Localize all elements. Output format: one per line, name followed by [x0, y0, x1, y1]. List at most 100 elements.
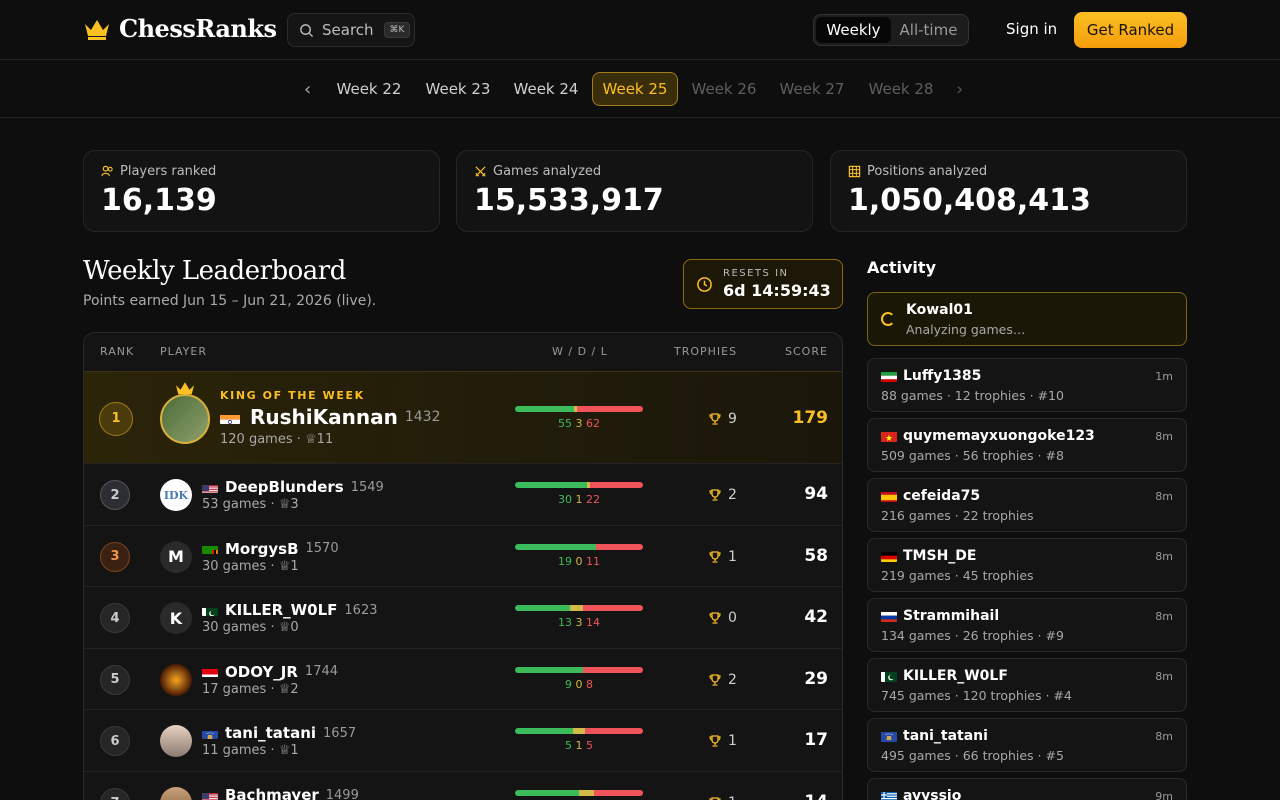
player-rating: 1549: [350, 479, 384, 495]
activity-card[interactable]: tani_tatani 495 games · 66 trophies · #5 8…: [867, 718, 1187, 772]
activity-card[interactable]: KILLER_W0LF 745 games · 120 trophies · #4…: [867, 658, 1187, 712]
users-icon: [101, 165, 113, 177]
activity-time: 1m: [1155, 370, 1173, 383]
activity-name-text: quymemayxuongoke123: [903, 428, 1095, 444]
trophies-cell: 2: [708, 487, 737, 503]
week-tab[interactable]: Week 23: [419, 72, 497, 106]
activity-time: 9m: [1155, 790, 1173, 800]
chevron-right-icon[interactable]: ›: [956, 79, 963, 100]
player-name[interactable]: RushiKannan 1432: [220, 405, 440, 429]
wdl-bar: [515, 605, 643, 611]
table-row[interactable]: 4 K KILLER_W0LF 1623 30 games · ♕0 13 3 14 0 42: [84, 586, 842, 648]
wdl-bar: [515, 405, 643, 412]
wdl-bar-w: [515, 728, 574, 734]
trophy-total: 11: [316, 432, 334, 447]
wdl-values: 19 0 11: [515, 555, 643, 568]
activity-name: Strammihail: [881, 608, 999, 624]
column-rank: RANK: [100, 345, 135, 358]
brand-name: ChessRanks: [119, 14, 277, 43]
wdl-d: 1: [575, 493, 583, 506]
brand-logo[interactable]: ChessRanks: [83, 14, 277, 43]
activity-card[interactable]: Luffy1385 88 games · 12 trophies · #10 1m: [867, 358, 1187, 412]
player-rating: 1744: [304, 664, 339, 679]
activity-time: 8m: [1155, 610, 1173, 623]
top-bar: ChessRanks Search ⌘K Weekly All-time Sig…: [0, 0, 1280, 60]
activity-name: tani_tatani: [881, 728, 988, 744]
resets-label: RESETS IN: [723, 268, 789, 279]
column-score: SCORE: [785, 345, 828, 358]
table-row[interactable]: 6 tani_tatani 1657 11 games · ♕1 5 1 5 1 17: [84, 709, 842, 771]
activity-title: Activity: [867, 258, 936, 277]
player-name-text: RushiKannan: [250, 405, 398, 429]
activity-time: 8m: [1155, 490, 1173, 503]
trophy-icon: [708, 550, 728, 564]
flag-icon: [202, 543, 218, 554]
player-name[interactable]: KILLER_W0LF 1623: [202, 601, 378, 619]
stat-label: Players ranked: [120, 164, 217, 179]
sign-in-link[interactable]: Sign in: [1006, 20, 1057, 38]
score-value: 58: [804, 545, 828, 566]
activity-name: TMSH_DE: [881, 548, 976, 564]
activity-meta: 219 games · 45 trophies: [881, 568, 1034, 583]
score-value: 29: [804, 668, 828, 689]
flag-icon: [881, 731, 897, 742]
activity-card[interactable]: cefeida75 216 games · 22 trophies 8m: [867, 478, 1187, 532]
loading-spinner-icon: [881, 312, 895, 326]
table-row-king[interactable]: 1 KING OF THE WEEK RushiKannan 1432 120 game…: [84, 371, 842, 464]
player-name[interactable]: Bachmayer 1499: [202, 786, 359, 800]
search-shortcut: ⌘K: [383, 22, 411, 38]
trophy-total: 1: [290, 558, 299, 574]
table-row[interactable]: 5 ODOY_JR 1744 17 games · ♕2 9 0 8 2 29: [84, 648, 842, 709]
activity-card[interactable]: ayyssio 9m: [867, 778, 1187, 800]
player-name[interactable]: tani_tatani 1657: [202, 724, 356, 742]
toggle-weekly[interactable]: Weekly: [816, 17, 891, 43]
trophy-total: 1: [290, 743, 299, 758]
activity-meta: 509 games · 56 trophies · #8: [881, 448, 1064, 463]
toggle-all-time[interactable]: All-time: [891, 17, 966, 43]
week-tab: Week 27: [779, 80, 845, 98]
player-name[interactable]: DeepBlunders 1549: [202, 478, 384, 496]
wdl-values: 9 0 8: [515, 678, 643, 691]
player-meta: 17 games · ♕2: [202, 682, 299, 697]
flag-icon: [202, 790, 218, 800]
player-name[interactable]: ODOY_JR 1744: [202, 663, 338, 681]
activity-card-live[interactable]: Kowal01 Analyzing games…: [867, 292, 1187, 346]
wdl-d: 1: [575, 739, 583, 752]
activity-card[interactable]: quymemayxuongoke123 509 games · 56 trophi…: [867, 418, 1187, 472]
table-row[interactable]: 7 Bachmayer 1499 1 14: [84, 771, 842, 800]
table-row[interactable]: 3 M MorgysB 1570 30 games · ♕1 19 0 11 1 58: [84, 525, 842, 586]
flag-icon: [881, 491, 897, 502]
player-rating: 1657: [323, 725, 357, 741]
wdl-bar-w: [515, 482, 588, 488]
meta-trophy-icon: · ♕: [266, 620, 291, 635]
wdl-bar: [515, 728, 643, 734]
week-tab: Week 28: [868, 80, 934, 98]
trophy-total: 3: [290, 497, 299, 512]
week-tab[interactable]: Week 22: [330, 72, 408, 106]
activity-name-text: tani_tatani: [903, 728, 988, 744]
column-trophies: TROPHIES: [674, 345, 738, 358]
activity-name-text: cefeida75: [903, 488, 981, 504]
player-name[interactable]: MorgysB 1570: [202, 540, 339, 558]
player-name-text: MorgysB: [225, 539, 299, 558]
rank-badge: 4: [100, 603, 130, 633]
get-ranked-button[interactable]: Get Ranked: [1074, 12, 1187, 48]
wdl-bar-d: [570, 605, 584, 611]
flag-icon: [881, 371, 897, 382]
table-row[interactable]: 2 IDK DeepBlunders 1549 53 games · ♕3 30 1 22…: [84, 463, 842, 525]
week-tab[interactable]: Week 24: [507, 72, 585, 106]
flag-icon: [881, 431, 897, 442]
activity-card[interactable]: Strammihail 134 games · 26 trophies · #9 8…: [867, 598, 1187, 652]
score-value: 17: [804, 730, 828, 750]
rank-badge: 2: [100, 480, 130, 510]
week-tab-active[interactable]: Week 25: [592, 72, 678, 106]
search-button[interactable]: Search ⌘K: [287, 13, 415, 47]
wdl-values: 13 3 14: [515, 616, 643, 629]
chevron-left-icon[interactable]: ‹: [304, 79, 311, 100]
games-count: 30 games: [202, 558, 267, 574]
reset-countdown: RESETS IN 6d 14:59:43: [683, 259, 843, 309]
activity-card[interactable]: TMSH_DE 219 games · 45 trophies 8m: [867, 538, 1187, 592]
wdl-l: 11: [586, 554, 600, 568]
leaderboard-table: RANK PLAYER W / D / L TROPHIES SCORE 1 KI…: [83, 332, 843, 800]
trophies-cell: 1: [708, 549, 737, 565]
